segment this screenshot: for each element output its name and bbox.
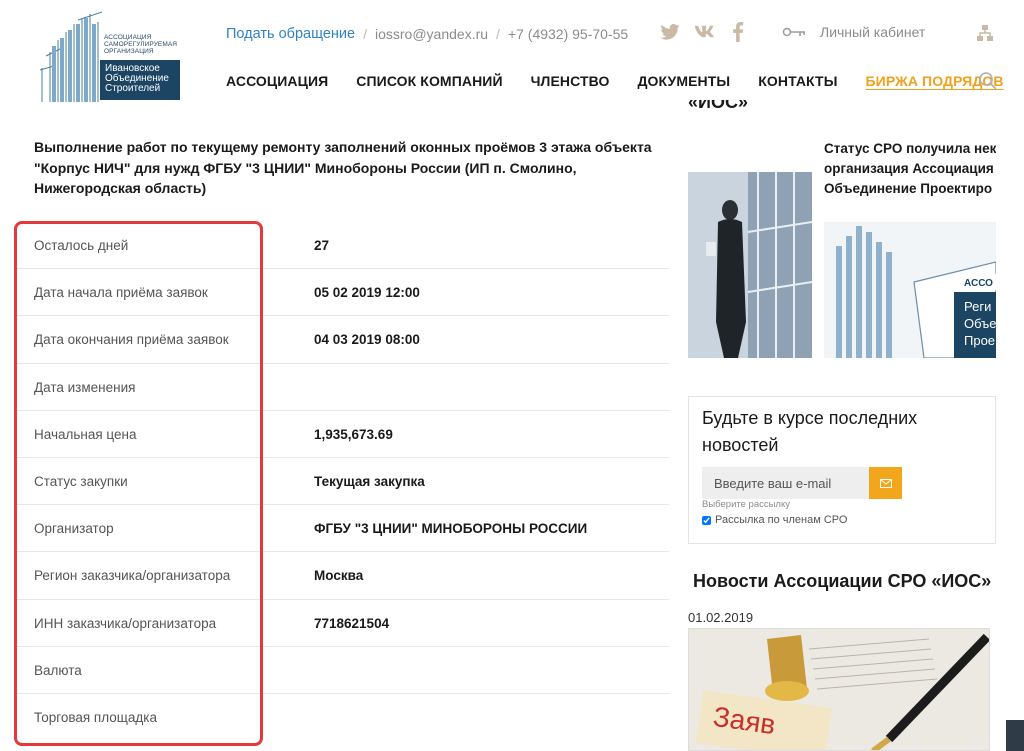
newsletter-subscribe-box: Будьте в курсе последних новостей Выбери… — [688, 396, 996, 544]
email-link[interactable]: iossro@yandex.ru — [375, 26, 488, 42]
vk-icon[interactable] — [694, 22, 714, 42]
nav-item-documents[interactable]: ДОКУМЕНТЫ — [637, 73, 730, 89]
facebook-icon[interactable] — [728, 22, 748, 42]
detail-value: Текущая закупка — [314, 473, 425, 489]
key-icon — [782, 27, 805, 37]
subscribe-title: Будьте в курсе последних новостей — [702, 408, 918, 455]
news-logo-box-text: Реги Объе Проe — [964, 298, 996, 349]
personal-account-link[interactable]: Личный кабинет — [782, 24, 925, 40]
top-bar: Подать обращение / iossro@yandex.ru / +7… — [226, 25, 628, 43]
detail-value: 27 — [314, 238, 330, 253]
detail-label: Регион заказчика/организатора — [34, 568, 231, 584]
detail-label: Начальная цена — [34, 426, 137, 442]
detail-value: 1,935,673.69 — [314, 426, 393, 442]
detail-row: Организатор ФГБУ "3 ЦНИИ" МИНОБОРОНЫ РОС… — [14, 505, 669, 553]
main-nav: АССОЦИАЦИЯ СПИСОК КОМПАНИЙ ЧЛЕНСТВО ДОКУ… — [226, 73, 1024, 89]
businesswoman-photo — [688, 172, 812, 358]
logo-caption-line: организация — [104, 48, 154, 55]
news-headline-line: Объединение Проектиро — [824, 181, 993, 196]
detail-row: ИНН заказчика/организатора 7718621504 — [14, 600, 669, 647]
association-news-heading: Новости Ассоциации СРО «ИОС» — [693, 571, 992, 591]
nav-item-contacts[interactable]: КОНТАКТЫ — [758, 73, 837, 89]
members-newsletter-label: Рассылка по членам СРО — [715, 514, 848, 526]
subscribe-hint: Выберите рассылку — [702, 499, 790, 510]
sidebar-cut-heading-text: «ИОС» — [688, 100, 748, 112]
social-links — [660, 22, 748, 42]
detail-label: Статус закупки — [34, 473, 128, 489]
logo-title-line: Строителей — [105, 83, 161, 94]
detail-label: Дата начала приёма заявок — [34, 285, 208, 301]
detail-label: Осталось дней — [34, 238, 129, 253]
news-logo-box-line: Проe — [964, 333, 996, 348]
detail-row: Дата начала приёма заявок 05 02 2019 12:… — [14, 269, 669, 317]
detail-row: Торговая площадка — [14, 694, 669, 741]
news-photo[interactable] — [688, 172, 812, 358]
submit-appeal-link[interactable]: Подать обращение — [226, 26, 355, 42]
logo-title-box: Ивановское Объединение Строителей — [100, 60, 180, 100]
sidebar-cut-heading: «ИОС» — [688, 100, 748, 114]
detail-value: ФГБУ "3 ЦНИИ" МИНОБОРОНЫ РОССИИ — [314, 521, 588, 537]
news-logo-box-line: Реги — [964, 299, 992, 314]
detail-row: Начальная цена 1,935,673.69 — [14, 411, 669, 458]
news-logo-box-line: Объе — [964, 316, 996, 331]
phone-link[interactable]: +7 (4932) 95-70-55 — [508, 26, 628, 42]
logo-caption-line: саморегулируемая — [104, 41, 178, 48]
news-headline-line: организация Ассоциация — [824, 161, 994, 176]
separator: / — [363, 26, 367, 42]
logo-towers-graphic — [39, 11, 103, 102]
news-logo-image[interactable]: АССО Реги Объе Проe — [824, 222, 996, 358]
news-logo-caption: АССО — [964, 278, 993, 289]
search-icon[interactable] — [978, 71, 998, 91]
scroll-to-top-button[interactable] — [1006, 720, 1024, 751]
tender-title: Выполнение работ по текущему ремонту зап… — [34, 139, 652, 196]
logo[interactable]: Ассоциация саморегулируемая организация … — [32, 10, 182, 106]
detail-label: Торговая площадка — [34, 709, 157, 725]
detail-row: Дата изменения — [14, 364, 669, 411]
tender-details-table: Осталось дней 27 Дата начала приёма заяв… — [14, 222, 669, 741]
personal-account-label: Личный кабинет — [820, 24, 926, 40]
detail-row: Дата окончания приёма заявок 04 03 2019 … — [14, 316, 669, 364]
detail-value: 04 03 2019 08:00 — [314, 332, 420, 348]
sitemap-icon[interactable] — [976, 24, 994, 42]
email-input[interactable] — [702, 467, 869, 499]
nav-item-membership[interactable]: ЧЛЕНСТВО — [531, 73, 610, 89]
detail-label: Организатор — [34, 521, 114, 537]
news-date: 01.02.2019 — [688, 610, 754, 625]
news-headline-line: Статус СРО получила нек — [824, 141, 996, 156]
detail-row: Статус закупки Текущая закупка — [14, 458, 669, 506]
detail-label: Валюта — [34, 662, 82, 678]
logo-caption-line: Ассоциация — [104, 34, 152, 41]
detail-label: ИНН заказчика/организатора — [34, 615, 217, 631]
detail-label: Дата изменения — [34, 379, 136, 395]
news-image[interactable]: Заяв — [688, 628, 990, 751]
logo-caption: Ассоциация саморегулируемая организация — [104, 34, 177, 55]
subscribe-button[interactable] — [869, 467, 902, 499]
detail-row: Осталось дней 27 — [14, 222, 669, 270]
nav-item-association[interactable]: АССОЦИАЦИЯ — [226, 73, 328, 89]
twitter-icon[interactable] — [660, 22, 680, 42]
detail-value: Москва — [314, 568, 364, 584]
detail-row: Регион заказчика/организатора Москва — [14, 552, 669, 600]
detail-value: 05 02 2019 12:00 — [314, 285, 420, 301]
detail-row: Валюта — [14, 647, 669, 694]
subscribe-option[interactable]: Рассылка по членам СРО — [702, 514, 847, 526]
detail-value: 7718621504 — [314, 615, 390, 631]
detail-label: Дата окончания приёма заявок — [34, 332, 229, 348]
members-newsletter-checkbox[interactable] — [702, 515, 711, 525]
separator: / — [496, 26, 500, 42]
news-headline[interactable]: Статус СРО получила нек организация Ассо… — [824, 139, 996, 199]
envelope-icon — [879, 478, 892, 488]
nav-item-companies[interactable]: СПИСОК КОМПАНИЙ — [356, 73, 502, 89]
